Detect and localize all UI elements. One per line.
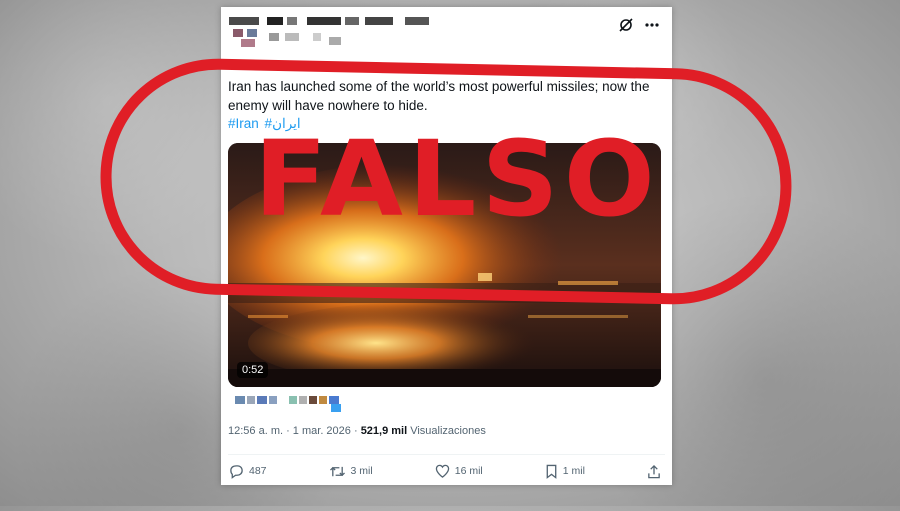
like-count: 16 mil — [454, 465, 483, 477]
censored-credit-line — [235, 396, 345, 412]
tweet-timestamp[interactable]: 12:56 a. m. · 1 mar. 2026 · — [228, 425, 361, 437]
reply-button[interactable]: 487 — [229, 464, 267, 479]
repost-count: 3 mil — [350, 465, 373, 477]
hashtags: #Iran #ایران — [228, 116, 303, 132]
more-icon[interactable] — [644, 17, 660, 33]
share-button[interactable] — [647, 464, 661, 479]
divider — [228, 454, 665, 455]
views-label: Visualizaciones — [407, 425, 486, 437]
tweet-card: Iran has launched some of the world’s mo… — [221, 7, 672, 485]
reply-icon — [230, 464, 243, 479]
repost-button[interactable]: 3 mil — [329, 464, 373, 479]
video-player[interactable]: 0:52 — [228, 143, 661, 387]
hashtag-iran[interactable]: #Iran — [228, 116, 259, 131]
bookmark-icon — [546, 464, 557, 479]
bookmark-count: 1 mil — [562, 465, 585, 477]
video-duration: 0:52 — [237, 362, 269, 378]
grok-icon[interactable] — [618, 17, 634, 33]
action-bar: 487 3 mil 16 mil 1 mil — [229, 462, 661, 480]
reply-count: 487 — [249, 465, 267, 477]
share-icon — [648, 464, 660, 478]
repost-icon — [329, 466, 345, 476]
like-icon — [435, 464, 449, 478]
tweet-text: Iran has launched some of the world’s mo… — [228, 79, 650, 113]
video-frame-explosion — [228, 143, 661, 387]
views-count: 521,9 mil — [360, 425, 408, 437]
bookmark-button[interactable]: 1 mil — [545, 464, 585, 479]
tweet-metadata: 12:56 a. m. · 1 mar. 2026 · 521,9 mil Vi… — [228, 425, 486, 437]
censored-account-header — [229, 17, 439, 51]
like-button[interactable]: 16 mil — [435, 464, 483, 478]
hashtag-iran-persian[interactable]: #ایران — [265, 116, 301, 131]
